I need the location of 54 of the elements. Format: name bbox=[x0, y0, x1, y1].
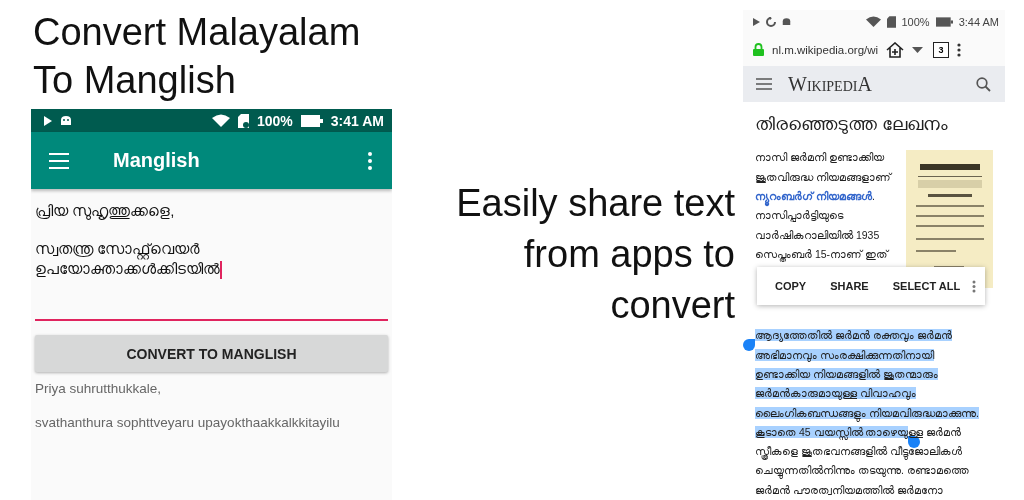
sd-card-icon bbox=[238, 113, 249, 128]
android-icon bbox=[782, 17, 791, 27]
article-text: ള്ള ജർമൻ bbox=[908, 425, 962, 438]
sync-icon bbox=[766, 16, 776, 27]
android-icon bbox=[60, 115, 72, 126]
lock-icon bbox=[753, 43, 764, 57]
app-title: Manglish bbox=[113, 149, 200, 172]
article-text: . bbox=[871, 189, 875, 202]
text-input[interactable]: പ്രിയ സുഹൃത്തുക്കളെ, സ്വതന്ത്ര സോഫ്റ്റ്‌വെയർ ഉപയോക്താക്കൾക്കിടയിൽ bbox=[35, 201, 388, 321]
article-text: വാർഷികറാലിയിൽ 1935 bbox=[755, 228, 880, 241]
menu-icon[interactable] bbox=[756, 78, 772, 91]
article-text: ഉണ്ടാക്കിയ നിയമങ്ങളിൽ ജൂതന്മാരും bbox=[755, 367, 938, 380]
article-text: ജർമൻകാരുമായുള്ള വിവാഹവും bbox=[755, 387, 916, 400]
output-text: svathanthura sophttveyaru upayokthaakkalkkitayilu bbox=[35, 414, 341, 432]
article-text: ചെയ്യുന്നതിൽനിന്നും തടയുന്നു. രണ്ടാമത്തെ bbox=[755, 464, 969, 477]
wifi-icon bbox=[865, 16, 881, 28]
play-icon bbox=[43, 115, 52, 126]
menu-item[interactable]: SHARE bbox=[818, 280, 881, 293]
tagline: from apps to bbox=[523, 232, 735, 277]
article-text: ജർമൻ പൗരത്വനിയമത്തിൽ ജർമനോ bbox=[755, 483, 943, 496]
convert-button[interactable]: CONVERT TO MANGLISH bbox=[35, 335, 388, 372]
article-text: നാസിപ്പാർട്ടിയുടെ bbox=[755, 209, 843, 222]
status-time: 3:41 AM bbox=[330, 112, 384, 129]
battery-percentage: 100% bbox=[257, 112, 293, 129]
selection-handle[interactable] bbox=[743, 339, 755, 352]
article-text: അഭിമാനവും സംരക്ഷിക്കുന്നതിനായി bbox=[755, 348, 934, 361]
article-text: കൂടാതെ 45 വയസ്സിൽ താഴെയു bbox=[755, 425, 909, 438]
dropdown-icon[interactable] bbox=[912, 46, 924, 53]
article-title: തിരഞ്ഞെടുത്ത ലേഖനം bbox=[755, 113, 949, 137]
battery-icon bbox=[300, 114, 323, 127]
article-text: നാസി ജർമനി ഉണ്ടാക്കിയ bbox=[755, 151, 884, 164]
sd-card-icon bbox=[886, 15, 896, 28]
wifi-icon bbox=[212, 114, 230, 127]
article-text: സ്ത്രീകളെ ജൂതഭവനങ്ങളിൽ വീട്ടുജോലികൾ bbox=[755, 445, 962, 458]
article-text: ആദ്യത്തേതിൽ ജർമൻ രക്തവും ജർമൻ bbox=[755, 329, 952, 342]
home-icon[interactable] bbox=[886, 41, 905, 58]
menu-item[interactable]: COPY bbox=[763, 280, 819, 293]
tagline: convert bbox=[610, 283, 735, 328]
play-icon bbox=[753, 17, 760, 26]
status-time: 3:44 AM bbox=[958, 15, 999, 28]
article-text: സെപ്തംബർ 15-നാണ് ഇത് bbox=[755, 247, 888, 260]
headline: Convert Malayalam bbox=[33, 10, 361, 55]
search-icon[interactable] bbox=[976, 76, 991, 92]
wikipedia-logo[interactable]: WikipediA bbox=[788, 72, 872, 96]
headline: To Manglish bbox=[33, 58, 236, 103]
article-text: ജൂതവിരുദ്ധ നിയമങ്ങളാണ് bbox=[755, 170, 891, 183]
url-field[interactable]: nl.m.wikipedia.org/wi bbox=[772, 43, 879, 56]
tagline: Easily share text bbox=[456, 181, 735, 226]
battery-percentage: 100% bbox=[901, 15, 930, 28]
more-options-icon[interactable] bbox=[957, 42, 962, 57]
menu-item[interactable]: SELECT ALL bbox=[880, 280, 973, 293]
battery-icon bbox=[935, 16, 953, 27]
output-text: Priya suhrutthukkale, bbox=[35, 380, 163, 398]
tab-switcher-button[interactable]: 3 bbox=[933, 41, 950, 58]
